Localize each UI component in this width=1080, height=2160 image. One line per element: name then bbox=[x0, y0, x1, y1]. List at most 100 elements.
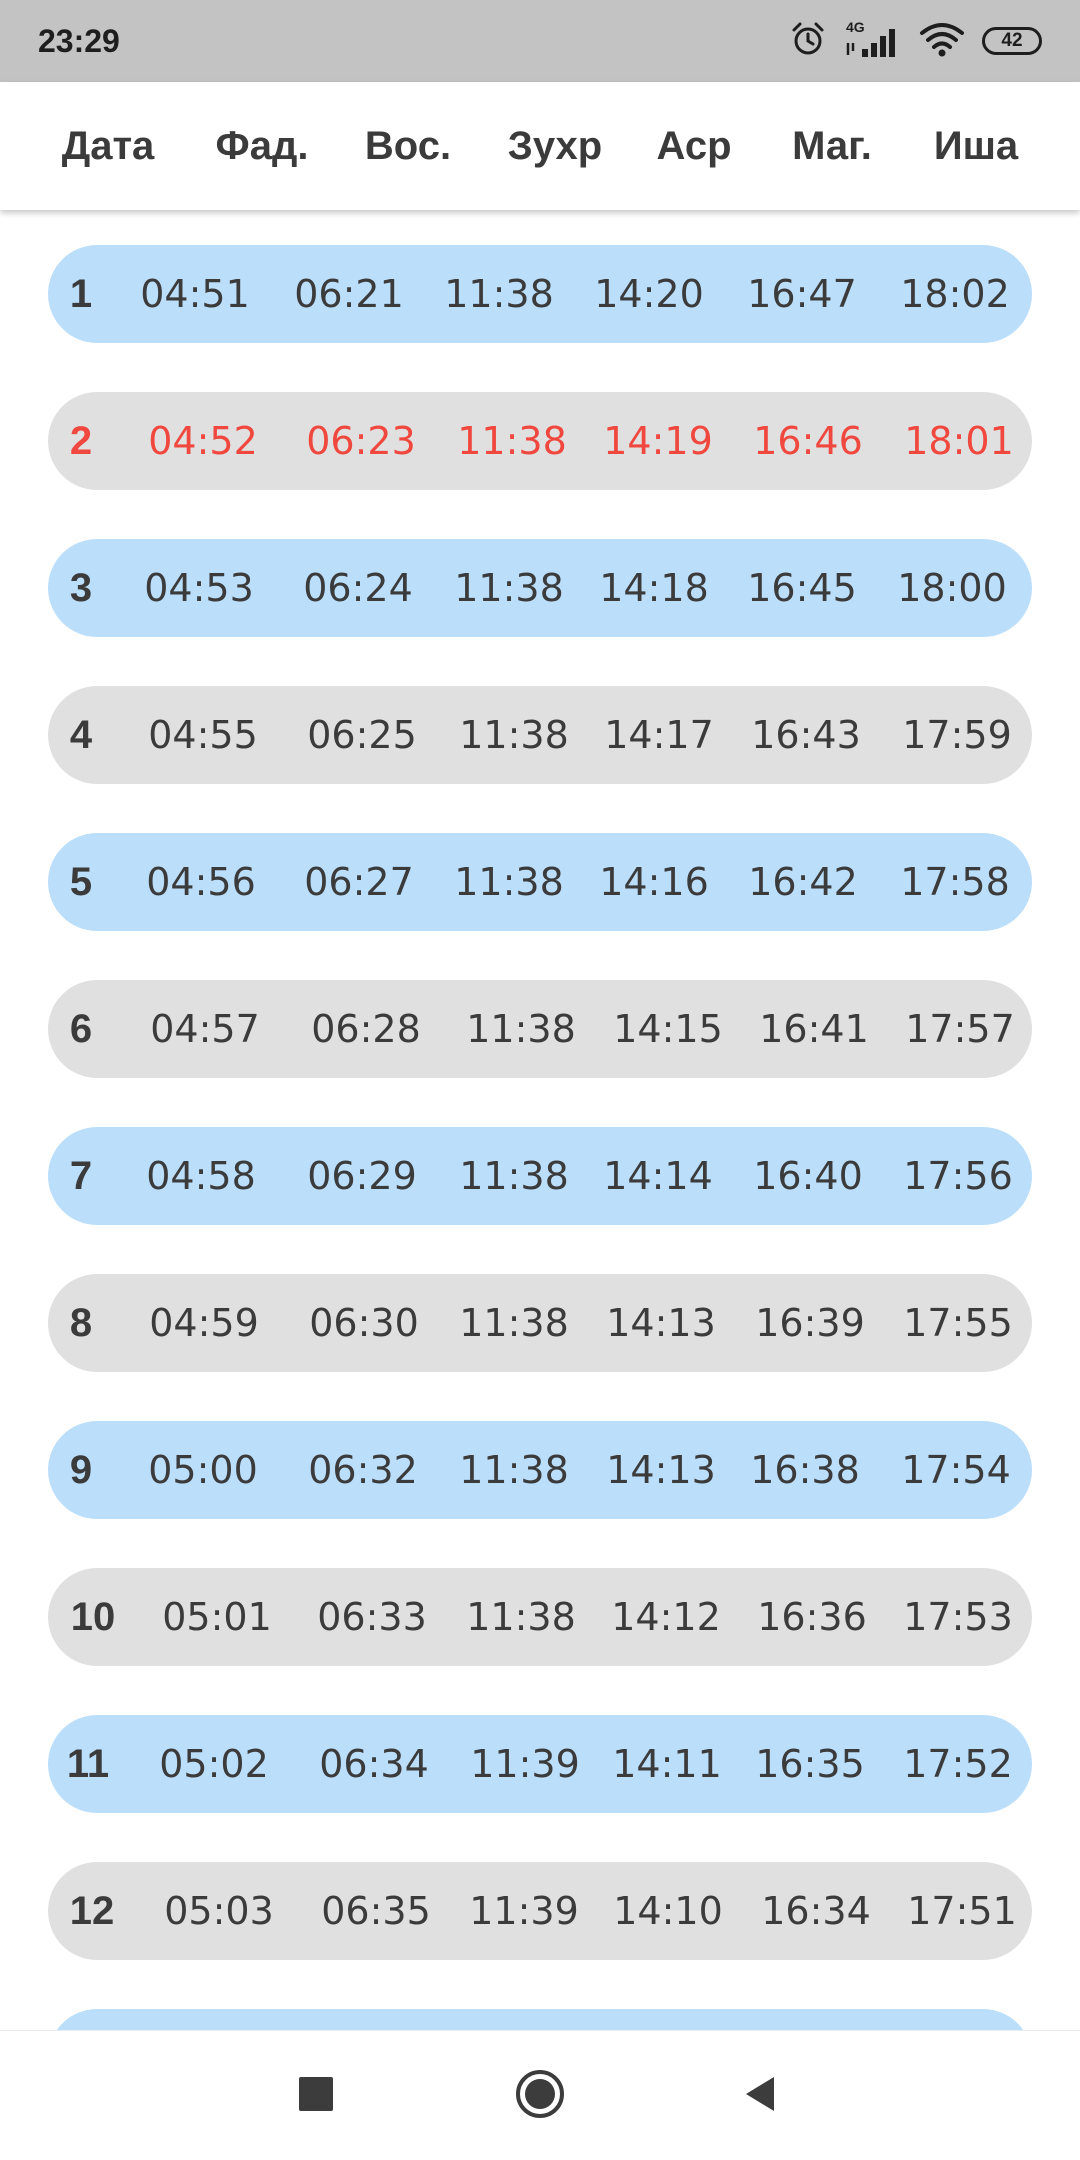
fajr-time: 05:01 bbox=[162, 1595, 272, 1639]
asr-time: 14:13 bbox=[606, 1448, 716, 1492]
dhuhr-time: 11:38 bbox=[444, 272, 554, 316]
battery-level: 42 bbox=[982, 27, 1042, 55]
navigation-bar bbox=[0, 2030, 1080, 2160]
maghrib-time: 16:45 bbox=[747, 566, 857, 610]
asr-time: 14:17 bbox=[604, 713, 714, 757]
signal-icon: 4G bbox=[844, 19, 902, 61]
sunrise-time: 06:35 bbox=[321, 1889, 431, 1933]
day-number: 7 bbox=[69, 1154, 93, 1198]
status-time: 23:29 bbox=[38, 23, 120, 59]
day-number: 6 bbox=[69, 1007, 93, 1051]
table-row: 5 04:56 06:27 11:38 14:16 16:42 17:58 bbox=[48, 833, 1032, 931]
status-bar: 23:29 4G 42 bbox=[0, 0, 1080, 82]
sunrise-time: 06:32 bbox=[308, 1448, 418, 1492]
maghrib-time: 16:35 bbox=[755, 1742, 865, 1786]
header-dhuhr: Зухр bbox=[507, 124, 603, 168]
back-button[interactable] bbox=[700, 2031, 820, 2160]
asr-time: 14:12 bbox=[611, 1595, 721, 1639]
asr-time: 14:15 bbox=[613, 1007, 723, 1051]
maghrib-time: 16:46 bbox=[753, 419, 863, 463]
fajr-time: 04:53 bbox=[144, 566, 254, 610]
sunrise-time: 06:29 bbox=[307, 1154, 417, 1198]
maghrib-time: 16:41 bbox=[759, 1007, 869, 1051]
sunrise-time: 06:23 bbox=[306, 419, 416, 463]
prayer-times-screen: 23:29 4G 42 Дата Фад. Вос. Зухр Аср Маг.… bbox=[0, 0, 1080, 2160]
home-button[interactable] bbox=[480, 2031, 600, 2160]
dhuhr-time: 11:38 bbox=[459, 713, 569, 757]
day-number: 10 bbox=[70, 1595, 116, 1639]
fajr-time: 04:51 bbox=[140, 272, 250, 316]
sunrise-time: 06:24 bbox=[303, 566, 413, 610]
table-row: 10 05:01 06:33 11:38 14:12 16:36 17:53 bbox=[48, 1568, 1032, 1666]
wifi-icon bbox=[918, 19, 966, 63]
table-header: Дата Фад. Вос. Зухр Аср Маг. Иша bbox=[0, 82, 1080, 210]
dhuhr-time: 11:38 bbox=[459, 1301, 569, 1345]
isha-time: 18:02 bbox=[900, 272, 1010, 316]
fajr-time: 05:02 bbox=[159, 1742, 269, 1786]
maghrib-time: 16:47 bbox=[747, 272, 857, 316]
maghrib-time: 16:38 bbox=[750, 1448, 860, 1492]
isha-time: 17:59 bbox=[902, 713, 1012, 757]
fajr-time: 04:55 bbox=[148, 713, 258, 757]
maghrib-time: 16:40 bbox=[753, 1154, 863, 1198]
day-number: 12 bbox=[69, 1889, 115, 1933]
maghrib-time: 16:34 bbox=[761, 1889, 871, 1933]
day-number: 3 bbox=[69, 566, 93, 610]
sunrise-time: 06:21 bbox=[294, 272, 404, 316]
isha-time: 17:51 bbox=[907, 1889, 1017, 1933]
sunrise-time: 06:27 bbox=[304, 860, 414, 904]
status-icons: 4G 42 bbox=[788, 18, 1042, 64]
isha-time: 17:53 bbox=[903, 1595, 1013, 1639]
asr-time: 14:11 bbox=[612, 1742, 722, 1786]
table-row: 1 04:51 06:21 11:38 14:20 16:47 18:02 bbox=[48, 245, 1032, 343]
dhuhr-time: 11:38 bbox=[466, 1595, 576, 1639]
isha-time: 18:01 bbox=[904, 419, 1014, 463]
header-isha: Иша bbox=[933, 124, 1019, 168]
dhuhr-time: 11:38 bbox=[459, 1154, 569, 1198]
sunrise-time: 06:33 bbox=[317, 1595, 427, 1639]
table-row-partial bbox=[48, 2009, 1032, 2030]
header-sunrise: Вос. bbox=[364, 124, 452, 168]
dhuhr-time: 11:38 bbox=[454, 860, 564, 904]
sunrise-time: 06:28 bbox=[311, 1007, 421, 1051]
sunrise-time: 06:25 bbox=[307, 713, 417, 757]
prayer-times-list[interactable]: 1 04:51 06:21 11:38 14:20 16:47 18:02 2 … bbox=[0, 210, 1080, 2030]
day-number: 11 bbox=[66, 1742, 110, 1786]
header-maghrib: Маг. bbox=[792, 124, 872, 168]
asr-time: 14:18 bbox=[599, 566, 709, 610]
fajr-time: 04:59 bbox=[149, 1301, 259, 1345]
recents-square-icon bbox=[298, 2076, 334, 2116]
maghrib-time: 16:43 bbox=[751, 713, 861, 757]
asr-time: 14:20 bbox=[594, 272, 704, 316]
maghrib-time: 16:36 bbox=[757, 1595, 867, 1639]
fajr-time: 04:57 bbox=[150, 1007, 260, 1051]
asr-time: 14:16 bbox=[599, 860, 709, 904]
fajr-time: 04:58 bbox=[146, 1154, 256, 1198]
isha-time: 17:54 bbox=[901, 1448, 1011, 1492]
asr-time: 14:14 bbox=[603, 1154, 713, 1198]
asr-time: 14:19 bbox=[603, 419, 713, 463]
fajr-time: 04:56 bbox=[146, 860, 256, 904]
battery-icon: 42 bbox=[982, 27, 1042, 55]
table-row: 3 04:53 06:24 11:38 14:18 16:45 18:00 bbox=[48, 539, 1032, 637]
maghrib-time: 16:39 bbox=[755, 1301, 865, 1345]
day-number: 8 bbox=[69, 1301, 93, 1345]
fajr-time: 04:52 bbox=[148, 419, 258, 463]
recents-button[interactable] bbox=[256, 2031, 376, 2160]
table-row: 9 05:00 06:32 11:38 14:13 16:38 17:54 bbox=[48, 1421, 1032, 1519]
isha-time: 17:58 bbox=[900, 860, 1010, 904]
table-row: 6 04:57 06:28 11:38 14:15 16:41 17:57 bbox=[48, 980, 1032, 1078]
back-triangle-icon bbox=[740, 2074, 780, 2118]
sunrise-time: 06:34 bbox=[319, 1742, 429, 1786]
dhuhr-time: 11:38 bbox=[454, 566, 564, 610]
day-number: 9 bbox=[69, 1448, 93, 1492]
asr-time: 14:10 bbox=[613, 1889, 723, 1933]
day-number: 5 bbox=[69, 860, 93, 904]
table-row: 8 04:59 06:30 11:38 14:13 16:39 17:55 bbox=[48, 1274, 1032, 1372]
isha-time: 17:56 bbox=[903, 1154, 1013, 1198]
home-circle-icon bbox=[514, 2068, 566, 2124]
isha-time: 18:00 bbox=[897, 566, 1007, 610]
table-row: 7 04:58 06:29 11:38 14:14 16:40 17:56 bbox=[48, 1127, 1032, 1225]
day-number: 4 bbox=[69, 713, 93, 757]
header-asr: Аср bbox=[656, 124, 732, 168]
